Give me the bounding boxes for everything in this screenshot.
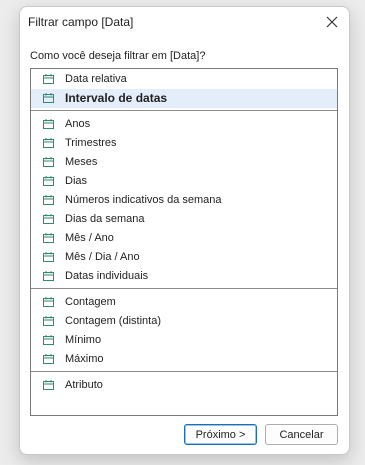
- list-item-label: Contagem (distinta): [65, 315, 161, 327]
- list-item[interactable]: Contagem (distinta): [31, 312, 337, 331]
- list-item-label: Contagem: [65, 296, 116, 308]
- list-item-label: Dias: [65, 175, 88, 187]
- calendar-icon: [43, 74, 54, 84]
- calendar-icon: [43, 297, 54, 307]
- calendar-icon: [43, 271, 54, 281]
- list-item-label: Anos: [65, 118, 91, 130]
- list-item[interactable]: Meses: [31, 153, 337, 172]
- calendar-icon: [43, 157, 54, 167]
- calendar-icon: [43, 195, 54, 205]
- close-icon: [326, 16, 338, 28]
- list-item[interactable]: Datas individuais: [31, 267, 337, 286]
- calendar-icon: [43, 335, 54, 345]
- calendar-icon: [43, 176, 54, 186]
- calendar-icon: [43, 93, 54, 103]
- calendar-icon: [43, 316, 54, 326]
- list-item-label: Máximo: [65, 353, 104, 365]
- list-item[interactable]: Mínimo: [31, 331, 337, 350]
- list-item[interactable]: Máximo: [31, 350, 337, 369]
- list-item[interactable]: Data relativa: [31, 70, 337, 89]
- list-item-label: Datas individuais: [65, 270, 149, 282]
- list-item[interactable]: Mês / Ano: [31, 229, 337, 248]
- list-item-label: Trimestres: [65, 137, 117, 149]
- list-item-label: Data relativa: [65, 73, 127, 85]
- list-separator: [31, 371, 337, 372]
- list-item-label: Mínimo: [65, 334, 102, 346]
- calendar-icon: [43, 214, 54, 224]
- list-item[interactable]: Mês / Dia / Ano: [31, 248, 337, 267]
- filter-field-dialog: Filtrar campo [Data] Como você deseja fi…: [19, 6, 350, 455]
- calendar-icon: [43, 233, 54, 243]
- list-item[interactable]: Números indicativos da semana: [31, 191, 337, 210]
- list-item-label: Dias da semana: [65, 213, 145, 225]
- list-item[interactable]: Dias da semana: [31, 210, 337, 229]
- calendar-icon: [43, 119, 54, 129]
- next-button[interactable]: Próximo >: [184, 424, 257, 445]
- cancel-button[interactable]: Cancelar: [265, 424, 338, 445]
- list-item[interactable]: Trimestres: [31, 134, 337, 153]
- calendar-icon: [43, 138, 54, 148]
- list-item[interactable]: Dias: [31, 172, 337, 191]
- list-separator: [31, 288, 337, 289]
- list-item[interactable]: Intervalo de datas: [31, 89, 337, 108]
- close-button[interactable]: [323, 13, 341, 31]
- calendar-icon: [43, 354, 54, 364]
- list-item[interactable]: Anos: [31, 115, 337, 134]
- list-item-label: Mês / Ano: [65, 232, 114, 244]
- list-item-label: Atributo: [65, 379, 103, 391]
- calendar-icon: [43, 252, 54, 262]
- calendar-icon: [43, 380, 54, 390]
- filter-prompt: Como você deseja filtrar em [Data]?: [30, 50, 206, 62]
- filter-options-list[interactable]: Data relativa Intervalo de datas Anos Trime…: [30, 68, 338, 416]
- list-separator: [31, 110, 337, 111]
- dialog-title: Filtrar campo [Data]: [28, 15, 134, 29]
- list-item[interactable]: Atributo: [31, 376, 337, 395]
- list-item-label: Meses: [65, 156, 98, 168]
- list-item-label: Mês / Dia / Ano: [65, 251, 140, 263]
- list-item[interactable]: Contagem: [31, 293, 337, 312]
- list-item-label: Intervalo de datas: [65, 91, 168, 105]
- list-item-label: Números indicativos da semana: [65, 194, 222, 206]
